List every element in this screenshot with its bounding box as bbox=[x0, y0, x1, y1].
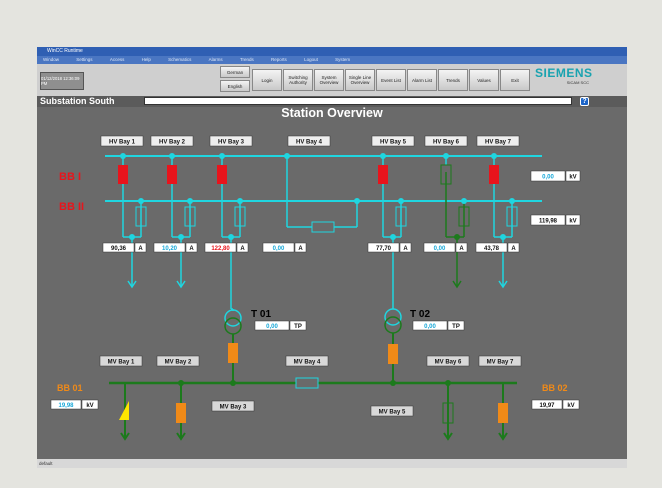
t02-mv-breaker[interactable] bbox=[388, 344, 398, 364]
current-value: 77,70 bbox=[376, 246, 392, 252]
hv-voltage-unit: kV bbox=[569, 219, 576, 225]
busbar-label-mv-2: BB 02 bbox=[542, 383, 568, 393]
busbar-label-mv-1: BB 01 bbox=[57, 383, 83, 393]
mv-voltage-value: 19,98 bbox=[58, 403, 74, 409]
hv-voltage-value: 0,00 bbox=[542, 175, 554, 181]
hv-bay-3-node bbox=[219, 153, 225, 159]
current-value: 10,20 bbox=[162, 246, 178, 252]
current-unit: A bbox=[511, 246, 516, 252]
hv-bay-7-breaker[interactable] bbox=[489, 165, 499, 184]
mv-bay-label: MV Bay 2 bbox=[165, 360, 192, 366]
mv-voltage-unit: kV bbox=[567, 403, 574, 409]
current-unit: A bbox=[138, 246, 143, 252]
mv-bay-label: MV Bay 1 bbox=[108, 360, 135, 366]
hv-bay-6-node bbox=[443, 153, 449, 159]
status-bar: default bbox=[37, 459, 627, 468]
mv-bay-6-node bbox=[445, 380, 451, 386]
current-unit: A bbox=[240, 246, 245, 252]
hv-bay-4-breaker[interactable] bbox=[311, 221, 335, 233]
t01-mv-breaker[interactable] bbox=[228, 343, 238, 363]
tap-position-value: 0,00 bbox=[266, 324, 278, 330]
transformer-t01-symbol[interactable] bbox=[224, 309, 242, 335]
app-window: WinCC Runtime Window Settings Access Hel… bbox=[37, 47, 627, 459]
hv-bay-label: HV Bay 1 bbox=[109, 140, 136, 146]
mv-bay-2-breaker[interactable] bbox=[176, 403, 186, 423]
mv-bay-3-node bbox=[230, 380, 236, 386]
hv-bay-label: HV Bay 2 bbox=[159, 140, 186, 146]
hv-bay-label: HV Bay 7 bbox=[485, 140, 512, 146]
hv-bay-2-node bbox=[187, 198, 193, 204]
current-unit: A bbox=[298, 246, 303, 252]
current-value: 43,78 bbox=[484, 246, 500, 252]
hv-bay-5-node bbox=[398, 198, 404, 204]
hv-bay-5-node bbox=[380, 153, 386, 159]
busbar-label-hv-2: BB II bbox=[59, 201, 84, 213]
mv-bay-2-node bbox=[178, 380, 184, 386]
mv-bay-7-breaker[interactable] bbox=[498, 403, 508, 423]
hv-bay-1-breaker[interactable] bbox=[118, 165, 128, 184]
busbar-label-hv-1: BB I bbox=[59, 171, 81, 183]
hv-bay-2-breaker[interactable] bbox=[167, 165, 177, 184]
mv-voltage-value: 19,97 bbox=[539, 403, 555, 409]
hv-bay-1-node bbox=[138, 198, 144, 204]
hv-bay-4-node bbox=[284, 153, 290, 159]
tap-position-value: 0,00 bbox=[424, 324, 436, 330]
hv-bay-6-node bbox=[454, 234, 460, 240]
hv-bay-1-node bbox=[120, 153, 126, 159]
hv-bay-6-feeder bbox=[445, 172, 465, 289]
tap-position-unit: TP bbox=[452, 324, 460, 330]
hv-bay-6-node bbox=[461, 198, 467, 204]
hv-bay-5-node bbox=[390, 234, 396, 240]
hv-bay-label: HV Bay 5 bbox=[380, 140, 407, 146]
mv-bay-label: MV Bay 6 bbox=[435, 360, 462, 366]
hv-bay-label: HV Bay 6 bbox=[433, 140, 460, 146]
hv-bay-3-node bbox=[237, 198, 243, 204]
current-value: 90,36 bbox=[111, 246, 127, 252]
hv-bay-3-breaker[interactable] bbox=[217, 165, 227, 184]
hv-bay-3-node bbox=[228, 234, 234, 240]
hv-bay-7-node bbox=[509, 198, 515, 204]
hv-bay-2-node bbox=[178, 234, 184, 240]
transformer-t01-name: T 01 bbox=[251, 309, 271, 320]
hv-bay-1-node bbox=[129, 234, 135, 240]
hv-bay-4-node bbox=[354, 198, 360, 204]
hv-bay-7-node bbox=[500, 234, 506, 240]
hv-bay-label: HV Bay 3 bbox=[218, 140, 245, 146]
mv-bay-label: MV Bay 4 bbox=[294, 360, 321, 366]
hv-voltage-value: 119,98 bbox=[539, 219, 558, 225]
tap-position-unit: TP bbox=[294, 324, 302, 330]
hv-bay-7-node bbox=[491, 153, 497, 159]
transformer-t02-symbol[interactable] bbox=[384, 308, 402, 334]
hv-voltage-unit: kV bbox=[569, 175, 576, 181]
current-unit: A bbox=[403, 246, 408, 252]
mv-bay-label: MV Bay 3 bbox=[220, 405, 247, 411]
hv-bay-5-breaker[interactable] bbox=[378, 165, 388, 184]
single-line-diagram: BB I BB II BB 01 BB 02 T 01 T 02 HV Bay … bbox=[50, 135, 581, 441]
mv-bay-5-node bbox=[390, 380, 396, 386]
current-unit: A bbox=[189, 246, 194, 252]
current-unit: A bbox=[459, 246, 464, 252]
hv-bay-label: HV Bay 4 bbox=[296, 140, 323, 146]
current-value: 122,80 bbox=[211, 246, 230, 252]
current-value: 0,00 bbox=[434, 246, 446, 252]
current-value: 0,00 bbox=[273, 246, 285, 252]
mv-bay-4-coupler[interactable] bbox=[295, 377, 319, 389]
mv-voltage-unit: kV bbox=[86, 403, 93, 409]
mv-bay-label: MV Bay 5 bbox=[379, 410, 406, 416]
hv-bay-2-node bbox=[169, 153, 175, 159]
mv-bay-label: MV Bay 7 bbox=[487, 360, 514, 366]
hv-bay-4-coupler bbox=[286, 156, 358, 228]
transformer-t02-name: T 02 bbox=[410, 309, 430, 320]
